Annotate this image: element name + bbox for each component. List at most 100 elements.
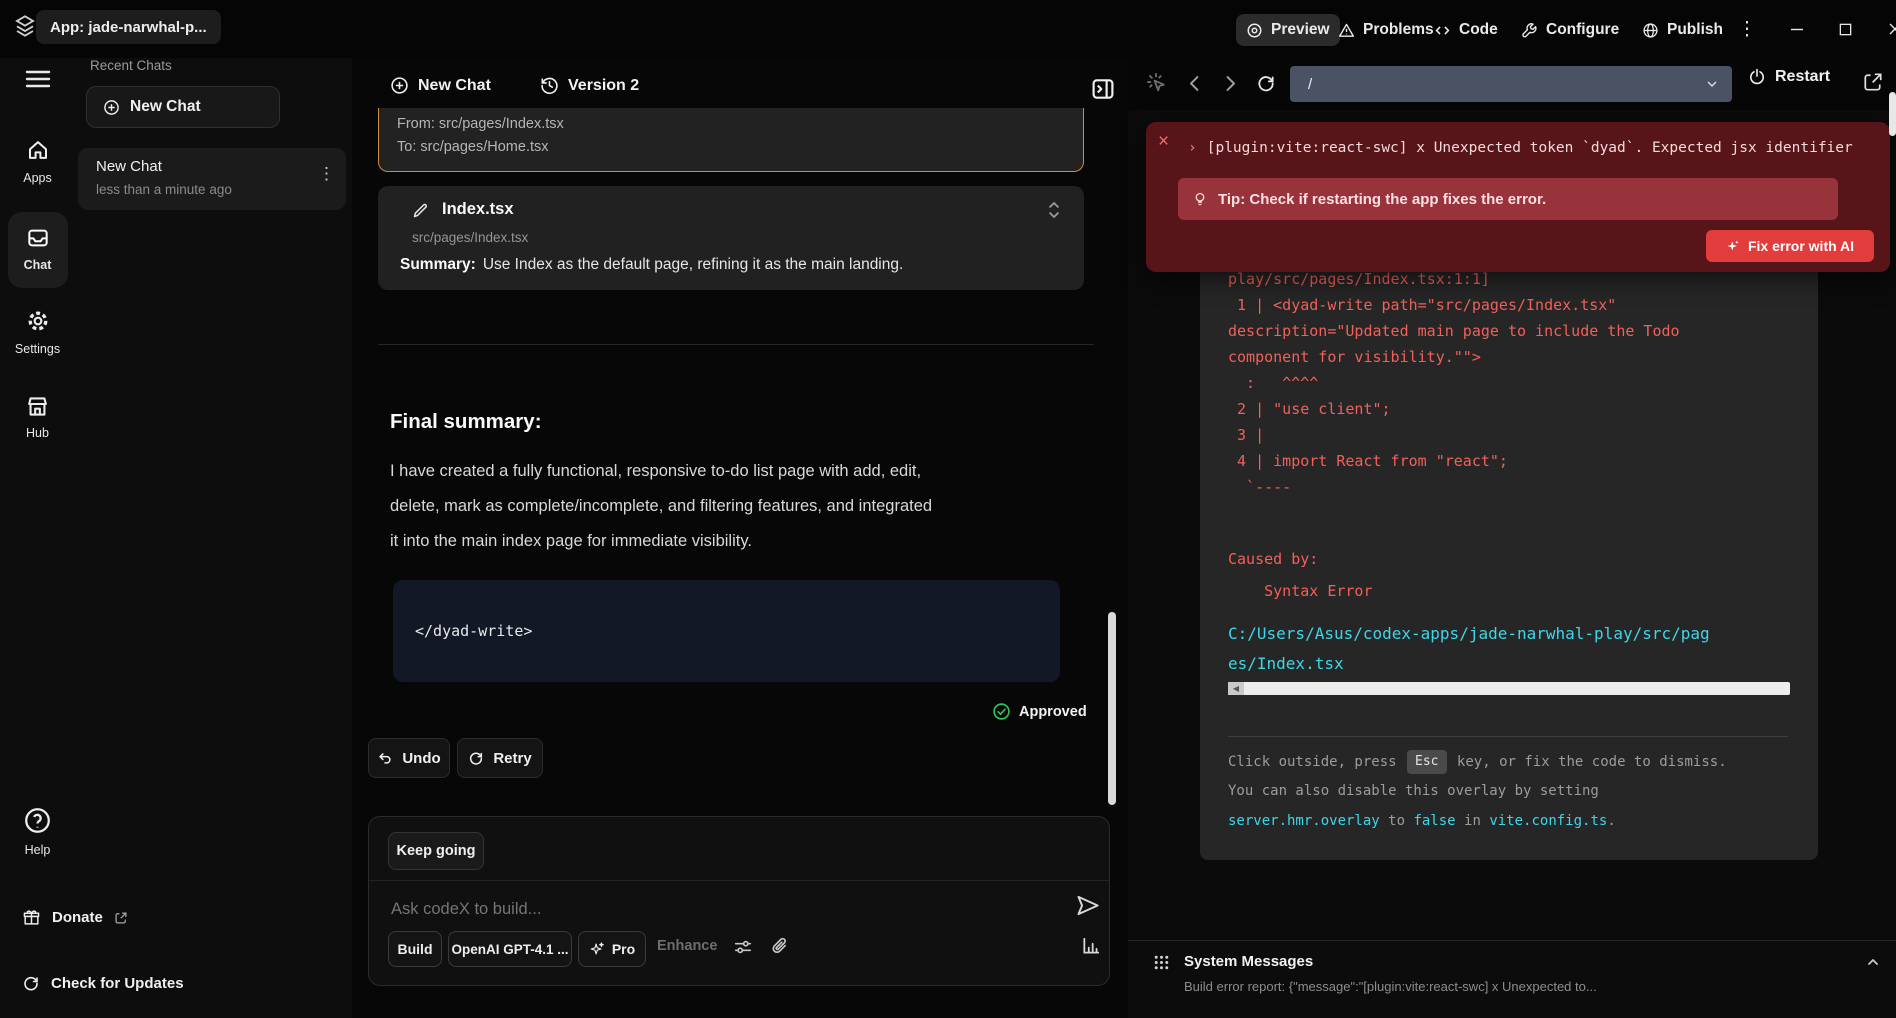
error-message: [plugin:vite:react-swc] x Unexpected tok… xyxy=(1207,140,1853,156)
maximize-button[interactable] xyxy=(1830,14,1860,44)
vite-error-code: play/src/pages/Index.tsx:1:1] 1 | <dyad-… xyxy=(1228,266,1788,500)
preview-toolbar: / Restart xyxy=(1128,58,1896,110)
reload-icon[interactable] xyxy=(1256,73,1276,93)
store-icon[interactable] xyxy=(25,394,50,419)
code-block: </dyad-write> xyxy=(393,580,1060,682)
check-updates-label: Check for Updates xyxy=(51,975,184,992)
caused-by: Caused by: xyxy=(1228,546,1318,572)
donate-button[interactable]: Donate xyxy=(22,908,128,927)
window-scrollbar[interactable] xyxy=(1889,92,1896,136)
open-external-icon[interactable] xyxy=(1862,71,1884,93)
globe-icon xyxy=(1642,22,1659,39)
sidebar-new-chat-label: New Chat xyxy=(130,98,201,116)
minimize-button[interactable] xyxy=(1782,14,1812,44)
app-title-pill[interactable]: App: jade-narwhal-p... xyxy=(36,10,221,44)
sidebar-item-apps[interactable]: Apps xyxy=(0,171,75,185)
fix-error-ai-button[interactable]: Fix error with AI xyxy=(1706,230,1874,262)
chevron-expand-icon[interactable] xyxy=(1044,198,1064,222)
dismiss-text: in xyxy=(1456,810,1490,832)
help-circle-icon[interactable] xyxy=(23,806,52,835)
scroll-left-arrow-icon[interactable]: ◀ xyxy=(1228,682,1244,695)
model-selector-button[interactable]: OpenAI GPT-4.1 ... xyxy=(448,931,572,967)
sidebar-item-chat[interactable] xyxy=(8,212,68,288)
chevron-down-icon[interactable] xyxy=(1704,76,1720,92)
dismiss-text: . xyxy=(1607,810,1615,832)
url-text: / xyxy=(1308,76,1312,93)
sidebar-item-chat-label: Chat xyxy=(0,258,75,272)
sliders-icon[interactable] xyxy=(733,937,753,957)
url-bar[interactable]: / xyxy=(1290,66,1732,102)
enhance-button[interactable]: Enhance xyxy=(657,938,717,954)
pointer-mode-icon[interactable] xyxy=(1146,72,1168,94)
circle-check-icon xyxy=(992,702,1011,721)
sidebar-item-help[interactable]: Help xyxy=(0,843,75,857)
sidebar-new-chat-button[interactable]: New Chat xyxy=(86,86,280,128)
configure-tab[interactable]: Configure xyxy=(1511,14,1629,46)
system-messages-bar[interactable]: System Messages Build error report: {"me… xyxy=(1128,940,1896,1018)
title-bar: App: jade-narwhal-p... Preview Problems … xyxy=(0,0,1896,58)
dismiss-text: Click outside, press xyxy=(1228,751,1405,773)
dismiss-text: key, or fix the code to dismiss. xyxy=(1449,751,1727,773)
code-line: description="Updated main page to includ… xyxy=(1228,318,1788,344)
app-title: App: jade-narwhal-p... xyxy=(50,19,207,36)
wrench-icon xyxy=(1521,22,1538,39)
bar-chart-icon[interactable] xyxy=(1081,936,1101,956)
check-updates-button[interactable]: Check for Updates xyxy=(22,974,184,992)
close-button[interactable] xyxy=(1882,14,1896,44)
sidebar-item-hub[interactable]: Hub xyxy=(0,426,75,440)
home-icon[interactable] xyxy=(26,138,50,162)
build-mode-button[interactable]: Build xyxy=(388,931,442,967)
retry-label: Retry xyxy=(493,750,531,767)
divider xyxy=(1228,736,1788,737)
horizontal-scrollbar[interactable]: ◀ xyxy=(1228,682,1790,695)
lightbulb-icon xyxy=(1192,191,1208,207)
code-token: vite.config.ts xyxy=(1489,810,1607,832)
dismiss-error-close-icon[interactable]: × xyxy=(1158,132,1169,151)
more-menu-kebab-icon[interactable]: ⋮ xyxy=(1738,14,1756,44)
forward-icon[interactable] xyxy=(1220,73,1241,94)
keep-going-button[interactable]: Keep going xyxy=(388,832,484,870)
version-button[interactable]: Version 2 xyxy=(540,76,639,95)
new-chat-header-label: New Chat xyxy=(418,77,491,95)
file-write-card[interactable]: Index.tsx src/pages/Index.tsx Summary: U… xyxy=(378,186,1084,290)
undo-button[interactable]: Undo xyxy=(368,738,450,778)
sidebar-item-settings[interactable]: Settings xyxy=(0,342,75,356)
refresh-icon xyxy=(22,974,40,992)
publish-tab[interactable]: Publish xyxy=(1632,14,1733,46)
retry-button[interactable]: Retry xyxy=(457,738,543,778)
system-messages-subtitle: Build error report: {"message":"[plugin:… xyxy=(1184,979,1597,994)
pro-label: Pro xyxy=(612,941,635,957)
code-line: : ^^^^ xyxy=(1228,370,1788,396)
code-tab[interactable]: Code xyxy=(1424,14,1508,46)
collapse-panel-icon[interactable] xyxy=(1090,76,1116,102)
gear-icon[interactable] xyxy=(25,308,51,334)
paperclip-icon[interactable] xyxy=(769,936,790,957)
file-card-path: src/pages/Index.tsx xyxy=(412,230,528,245)
chat-list-item[interactable]: New Chat less than a minute ago ⋮ xyxy=(78,148,346,210)
code-line: 3 | xyxy=(1228,422,1788,448)
back-icon[interactable] xyxy=(1184,73,1205,94)
summary-text: Use Index as the default page, refining … xyxy=(483,256,904,274)
approved-label: Approved xyxy=(1019,704,1087,720)
summary-line: it into the main index page for immediat… xyxy=(390,532,752,551)
chevron-up-icon[interactable] xyxy=(1864,953,1882,971)
pro-toggle-button[interactable]: Pro xyxy=(578,931,646,967)
error-prefix: › xyxy=(1188,140,1197,156)
preview-tab[interactable]: Preview xyxy=(1236,14,1340,46)
new-chat-header-button[interactable]: New Chat xyxy=(390,76,491,95)
chat-item-title: New Chat xyxy=(96,158,162,175)
send-icon[interactable] xyxy=(1075,893,1100,918)
keep-going-label: Keep going xyxy=(397,843,476,859)
code-line: 4 | import React from "react"; xyxy=(1228,448,1788,474)
plus-circle-icon xyxy=(390,76,409,95)
menu-hamburger-icon[interactable] xyxy=(24,68,52,90)
chat-scrollbar[interactable] xyxy=(1108,612,1116,805)
chat-item-more-kebab-icon[interactable]: ⋮ xyxy=(318,164,335,184)
chat-input[interactable] xyxy=(389,895,953,923)
restart-button[interactable]: Restart xyxy=(1748,68,1830,86)
code-brackets-icon xyxy=(1434,22,1451,39)
error-tip: Tip: Check if restarting the app fixes t… xyxy=(1178,178,1838,220)
code-snippet: </dyad-write> xyxy=(415,622,532,640)
retry-icon xyxy=(468,750,484,766)
final-summary-heading: Final summary: xyxy=(390,410,542,434)
